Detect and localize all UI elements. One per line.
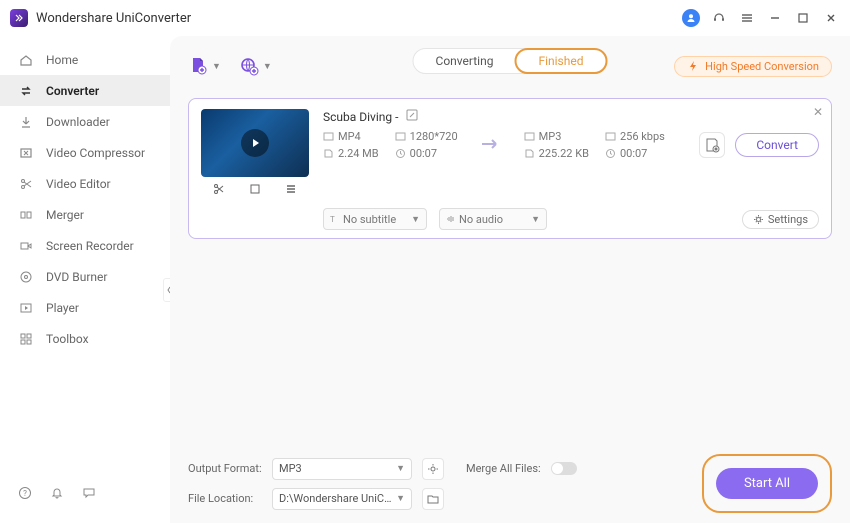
chevron-down-icon: ▼ bbox=[411, 214, 420, 225]
help-icon[interactable]: ? bbox=[18, 486, 32, 503]
subtitle-select[interactable]: TNo subtitle ▼ bbox=[323, 208, 427, 230]
start-all-button[interactable]: Start All bbox=[716, 468, 818, 499]
trim-icon[interactable] bbox=[210, 183, 228, 198]
chevron-down-icon: ▼ bbox=[396, 493, 405, 504]
bell-icon[interactable] bbox=[50, 486, 64, 503]
chevron-down-icon: ▼ bbox=[396, 463, 405, 474]
disc-icon bbox=[18, 269, 34, 285]
file-location-select[interactable]: D:\Wondershare UniConverter▼ bbox=[272, 488, 412, 510]
recorder-icon bbox=[18, 238, 34, 254]
start-all-highlight: Start All bbox=[702, 454, 832, 513]
sidebar-item-converter[interactable]: Converter bbox=[0, 75, 170, 106]
merger-icon bbox=[18, 207, 34, 223]
sidebar: Home Converter Downloader Video Compress… bbox=[0, 36, 170, 523]
app-title: Wondershare UniConverter bbox=[36, 11, 191, 26]
merge-toggle[interactable] bbox=[551, 462, 577, 475]
audio-select[interactable]: No audio ▼ bbox=[439, 208, 547, 230]
video-thumbnail[interactable] bbox=[201, 109, 309, 177]
effect-icon[interactable] bbox=[282, 183, 300, 198]
add-url-button[interactable]: ▼ bbox=[239, 56, 272, 76]
gear-icon bbox=[753, 214, 764, 225]
sidebar-item-label: DVD Burner bbox=[46, 270, 107, 284]
sidebar-item-player[interactable]: Player bbox=[0, 292, 170, 323]
sidebar-item-label: Player bbox=[46, 301, 79, 315]
compressor-icon bbox=[18, 145, 34, 161]
home-icon bbox=[18, 52, 34, 68]
sidebar-item-label: Video Compressor bbox=[46, 146, 145, 160]
sidebar-item-recorder[interactable]: Screen Recorder bbox=[0, 230, 170, 261]
arrow-icon bbox=[480, 136, 502, 155]
tab-finished[interactable]: Finished bbox=[514, 48, 607, 74]
close-button[interactable] bbox=[822, 9, 840, 27]
card-close-button[interactable]: ✕ bbox=[813, 105, 823, 119]
sidebar-item-label: Screen Recorder bbox=[46, 239, 134, 253]
sidebar-item-editor[interactable]: Video Editor bbox=[0, 168, 170, 199]
app-logo bbox=[10, 9, 28, 27]
high-speed-button[interactable]: High Speed Conversion bbox=[674, 56, 832, 77]
edit-title-icon[interactable] bbox=[406, 109, 418, 124]
tab-converting[interactable]: Converting bbox=[414, 49, 516, 73]
sidebar-item-label: Video Editor bbox=[46, 177, 111, 191]
sidebar-item-label: Converter bbox=[46, 84, 99, 98]
settings-button[interactable]: Settings bbox=[742, 210, 819, 229]
headset-icon[interactable] bbox=[710, 9, 728, 27]
minimize-button[interactable] bbox=[766, 9, 784, 27]
feedback-icon[interactable] bbox=[82, 486, 96, 503]
file-title: Scuba Diving - bbox=[323, 110, 398, 124]
source-specs: MP4 1280*720 2.24 MB 00:07 bbox=[323, 130, 458, 160]
play-overlay-icon bbox=[241, 129, 269, 157]
svg-text:?: ? bbox=[23, 489, 27, 498]
sidebar-item-label: Downloader bbox=[46, 115, 110, 129]
output-settings-icon[interactable] bbox=[422, 458, 444, 480]
sidebar-item-merger[interactable]: Merger bbox=[0, 199, 170, 230]
download-icon bbox=[18, 114, 34, 130]
content-area: ▼ ▼ High Speed Conversion Converting Fin… bbox=[170, 36, 850, 523]
bottom-bar: Output Format: MP3▼ Merge All Files: Fil… bbox=[188, 444, 832, 513]
open-folder-button[interactable] bbox=[422, 488, 444, 510]
chevron-down-icon: ▼ bbox=[531, 214, 540, 225]
merge-label: Merge All Files: bbox=[466, 462, 541, 475]
svg-text:T: T bbox=[330, 215, 335, 224]
sidebar-item-label: Home bbox=[46, 53, 78, 67]
chevron-down-icon: ▼ bbox=[263, 61, 272, 72]
crop-icon[interactable] bbox=[246, 183, 264, 198]
grid-icon bbox=[18, 331, 34, 347]
file-location-label: File Location: bbox=[188, 492, 262, 505]
convert-button[interactable]: Convert bbox=[735, 133, 819, 157]
user-avatar[interactable] bbox=[682, 9, 700, 27]
lightning-icon bbox=[687, 60, 699, 72]
output-format-select[interactable]: MP3▼ bbox=[272, 458, 412, 480]
sidebar-item-label: Toolbox bbox=[46, 332, 89, 346]
output-format-label: Output Format: bbox=[188, 462, 262, 475]
sidebar-item-dvd[interactable]: DVD Burner bbox=[0, 261, 170, 292]
sidebar-item-label: Merger bbox=[46, 208, 84, 222]
hamburger-icon[interactable] bbox=[738, 9, 756, 27]
play-icon bbox=[18, 300, 34, 316]
file-card: ✕ Scuba Diving - bbox=[188, 98, 832, 239]
sidebar-item-compressor[interactable]: Video Compressor bbox=[0, 137, 170, 168]
sidebar-item-home[interactable]: Home bbox=[0, 44, 170, 75]
output-preset-button[interactable] bbox=[699, 132, 725, 158]
scissors-icon bbox=[18, 176, 34, 192]
converter-icon bbox=[18, 83, 34, 99]
sidebar-item-toolbox[interactable]: Toolbox bbox=[0, 323, 170, 354]
high-speed-label: High Speed Conversion bbox=[705, 60, 819, 73]
sidebar-item-downloader[interactable]: Downloader bbox=[0, 106, 170, 137]
maximize-button[interactable] bbox=[794, 9, 812, 27]
target-specs: MP3 256 kbps 225.22 KB 00:07 bbox=[524, 130, 665, 160]
titlebar: Wondershare UniConverter bbox=[0, 0, 850, 36]
tabs: Converting Finished bbox=[413, 48, 608, 74]
add-file-button[interactable]: ▼ bbox=[188, 56, 221, 76]
chevron-down-icon: ▼ bbox=[212, 61, 221, 72]
